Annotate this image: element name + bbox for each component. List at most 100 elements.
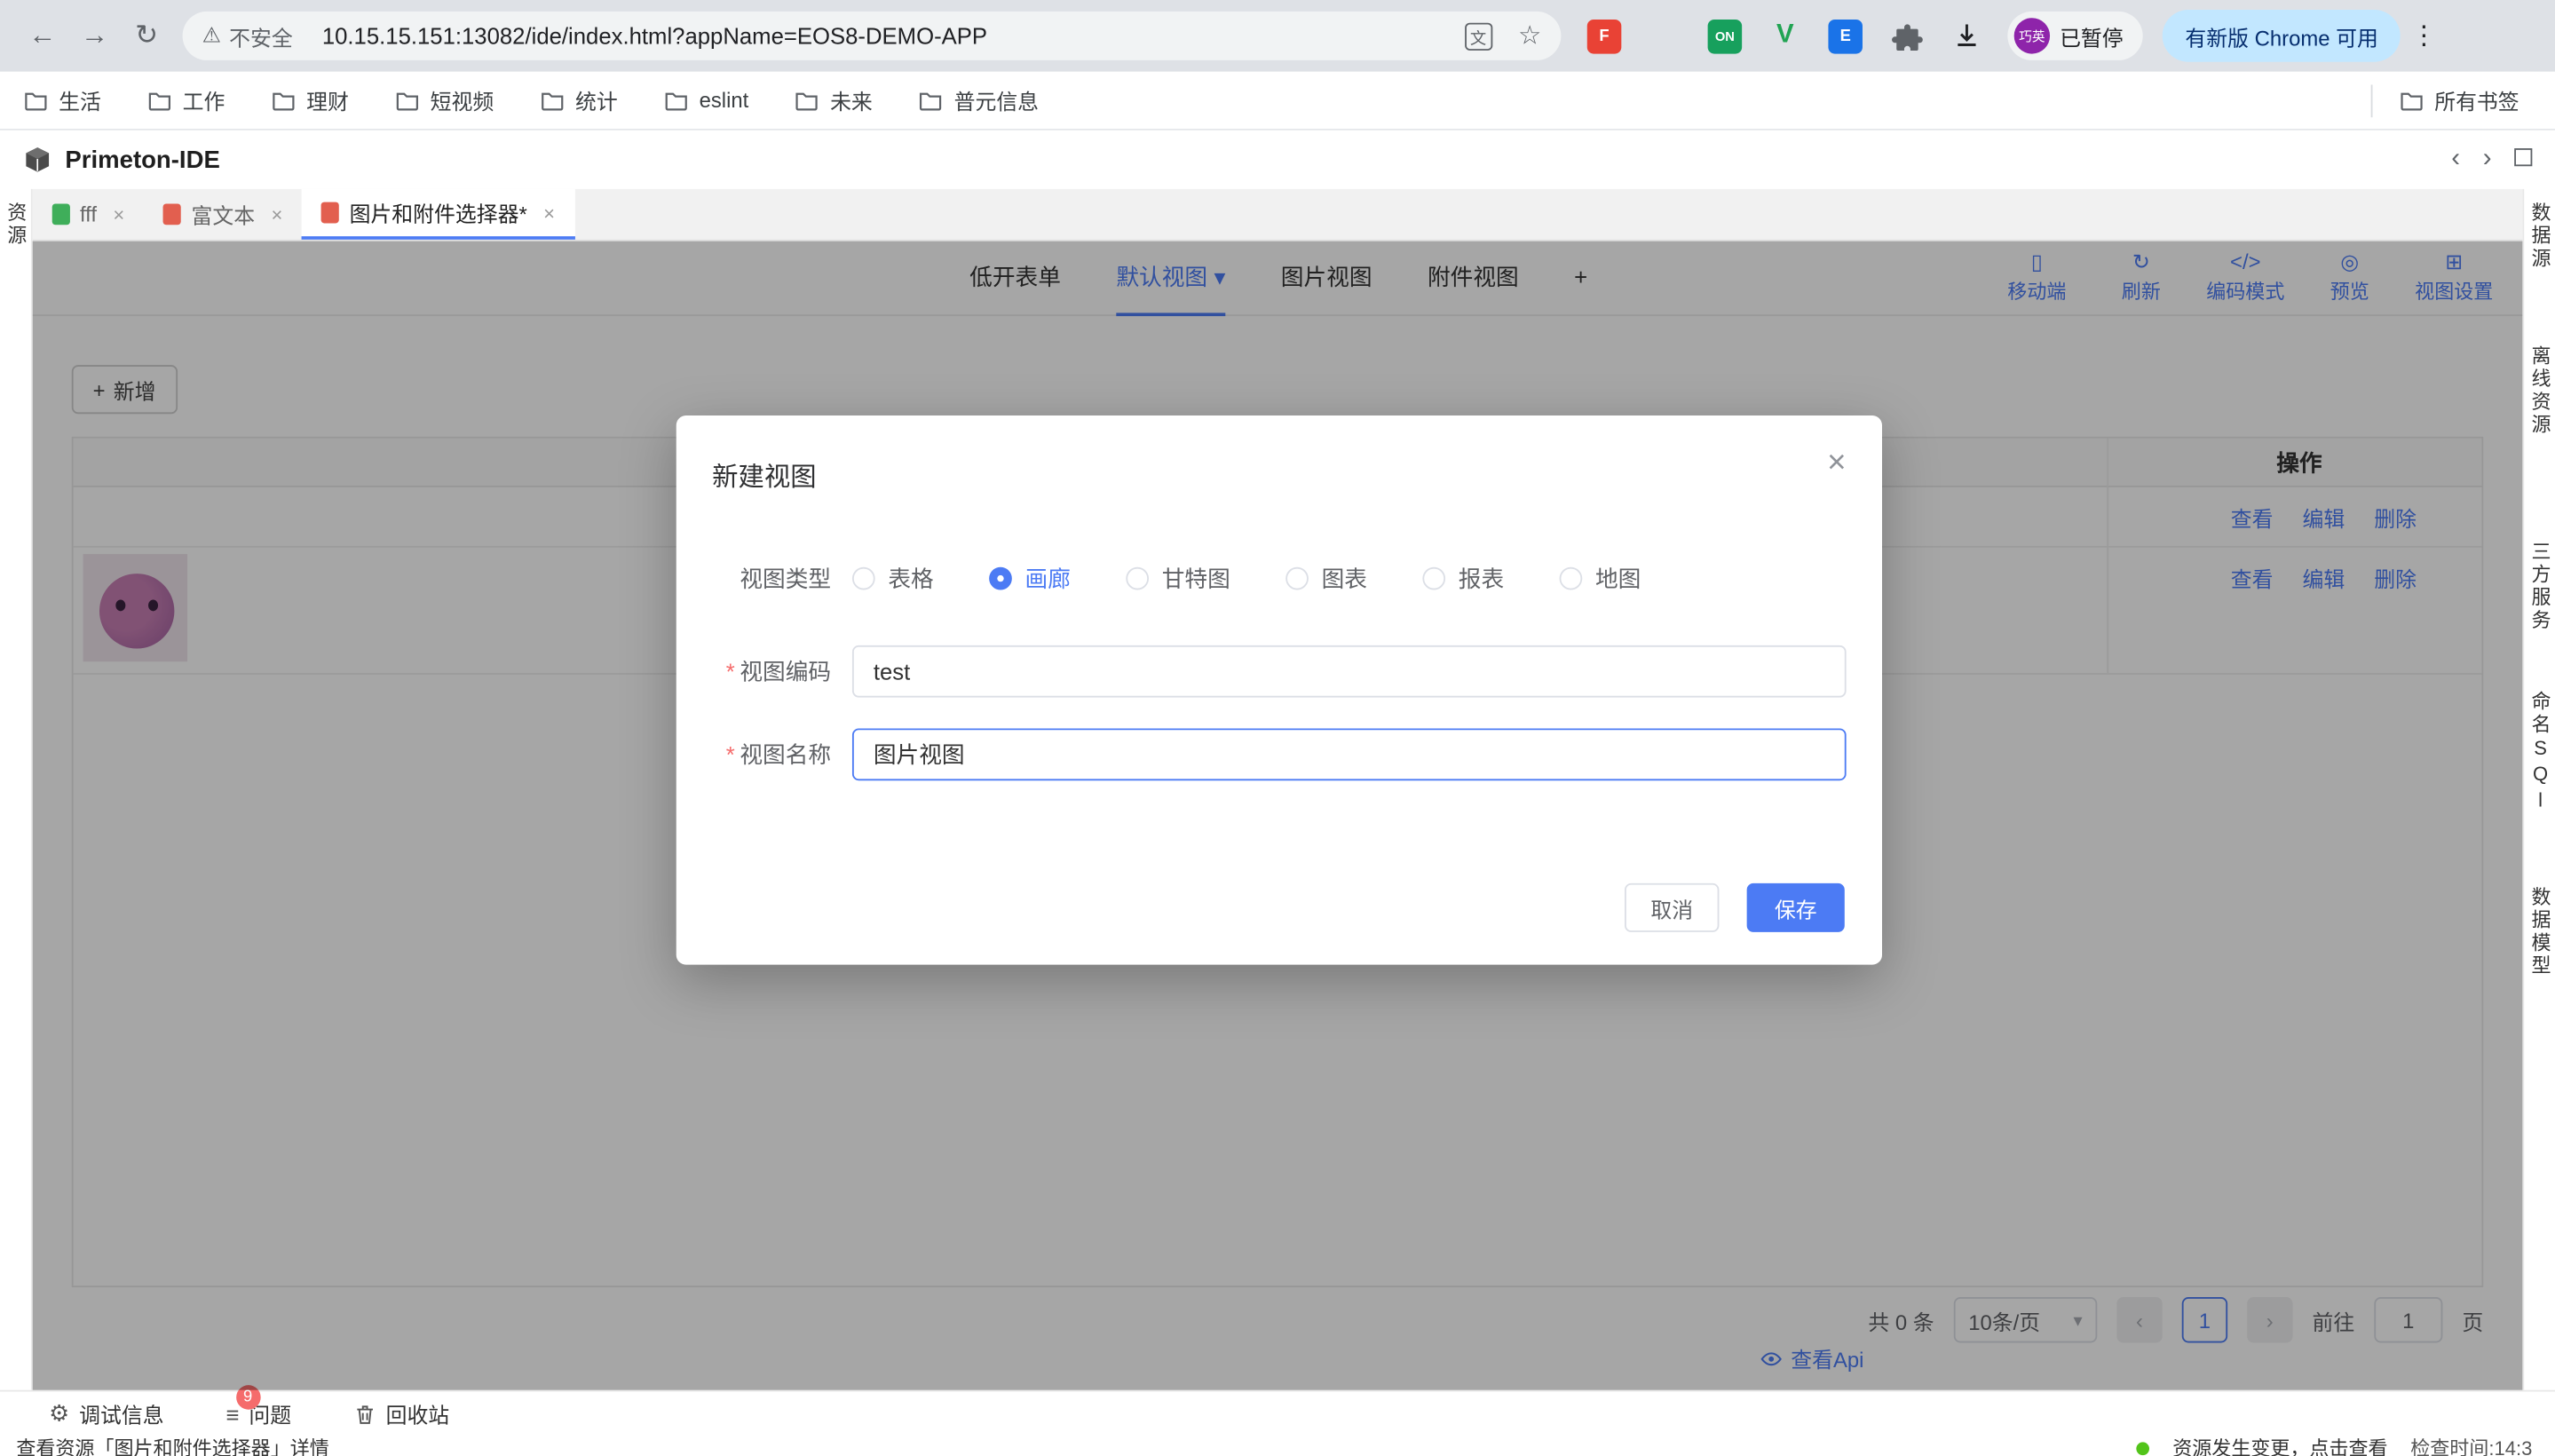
view-type-label: 视图类型	[676, 562, 831, 595]
browser-menu-button[interactable]: ⋮	[2411, 20, 2437, 52]
security-label[interactable]: 不安全	[229, 20, 293, 51]
editor-tab-image-attachment-picker[interactable]: 图片和附件选择器* ×	[302, 189, 574, 240]
back-button[interactable]: ←	[16, 10, 68, 62]
extension-icon-on[interactable]: ON	[1708, 19, 1743, 53]
status-bar: 查看资源「图片和附件选择器」详情 资源发生变更，点击查看 检查时间:14:3	[0, 1436, 2555, 1456]
extension-icon-grid[interactable]	[1648, 19, 1682, 53]
label-text: 视图编码	[740, 659, 831, 684]
rail-item-data-model[interactable]: 数据模型	[2524, 887, 2555, 978]
view-code-label: *视图编码	[676, 655, 831, 688]
close-icon[interactable]: ×	[1827, 445, 1846, 482]
radio-gantt[interactable]: 甘特图	[1126, 562, 1230, 595]
downloads-button[interactable]	[1952, 21, 1982, 51]
save-button[interactable]: 保存	[1747, 883, 1845, 932]
forward-button[interactable]: →	[68, 10, 121, 62]
radio-chart[interactable]: 图表	[1285, 562, 1367, 595]
status-dot-icon	[2137, 1442, 2150, 1455]
view-name-label: *视图名称	[676, 738, 831, 771]
nav-next-button[interactable]: ›	[2483, 145, 2492, 174]
translate-icon[interactable]: 文	[1464, 22, 1491, 50]
reload-button[interactable]: ↻	[121, 10, 173, 62]
check-time-label: 检查时间:14:3	[2410, 1436, 2532, 1456]
back-icon: ←	[28, 20, 56, 51]
extension-f-glyph: F	[1599, 27, 1609, 44]
bookmark-star-icon[interactable]: ☆	[1518, 20, 1541, 52]
bookmark-folder[interactable]: eslint	[663, 87, 748, 113]
chrome-update-button[interactable]: 有新版 Chrome 可用	[2163, 10, 2401, 62]
cancel-button[interactable]: 取消	[1625, 883, 1719, 932]
editor-tabstrip: fff × 富文本 × 图片和附件选择器* ×	[33, 189, 2523, 241]
radio-label: 地图	[1595, 562, 1641, 595]
view-code-input[interactable]	[852, 645, 1847, 698]
layout-toggle-button[interactable]	[2514, 145, 2532, 174]
editor-tab-fff[interactable]: fff ×	[33, 189, 145, 240]
bookmark-folder[interactable]: 生活	[23, 84, 101, 115]
rail-item-named-sql[interactable]: 命名SQl	[2524, 691, 2555, 814]
reload-icon: ↻	[135, 20, 158, 51]
extension-icon-v[interactable]: V	[1768, 19, 1803, 53]
extension-on-glyph: ON	[1715, 28, 1735, 44]
bookmark-label: 未来	[830, 84, 873, 115]
warning-icon: ⚠	[202, 23, 221, 49]
all-bookmarks-label: 所有书签	[2434, 84, 2519, 115]
folder-icon	[918, 87, 944, 113]
folder-icon	[540, 87, 566, 113]
avatar: 巧英	[2014, 18, 2050, 53]
url-text[interactable]: 10.15.15.151:13082/ide/index.html?appNam…	[322, 23, 1465, 49]
radio-report[interactable]: 报表	[1422, 562, 1504, 595]
extension-icon-e[interactable]: E	[1828, 19, 1863, 53]
radio-gallery[interactable]: 画廊	[989, 562, 1071, 595]
profile-chip[interactable]: 巧英 已暂停	[2007, 12, 2142, 60]
download-icon	[1952, 21, 1982, 51]
folder-icon	[271, 87, 297, 113]
forward-icon: →	[81, 20, 108, 51]
radio-table[interactable]: 表格	[852, 562, 934, 595]
profile-paused-label: 已暂停	[2060, 20, 2124, 51]
bookmark-label: 理财	[306, 84, 349, 115]
rail-item-resources[interactable]: 资源	[0, 202, 31, 248]
bookmark-folder[interactable]: 工作	[146, 84, 225, 115]
all-bookmarks-button[interactable]: 所有书签	[2399, 84, 2519, 115]
bookmarks-bar: 生活 工作 理财 短视频 统计 eslint 未来 普元信息	[0, 72, 2555, 131]
view-name-input[interactable]	[852, 728, 1847, 780]
puzzle-icon	[1892, 20, 1923, 51]
folder-icon	[663, 87, 689, 113]
rail-item-offline-resources[interactable]: 离线资源	[2524, 345, 2555, 437]
extensions-puzzle-button[interactable]	[1892, 20, 1923, 51]
radio-checked-icon	[989, 567, 1012, 590]
debug-info-button[interactable]: ⚙ 调试信息	[49, 1398, 164, 1429]
radio-label: 画廊	[1025, 562, 1071, 595]
close-tab-icon[interactable]: ×	[113, 203, 124, 226]
bookmark-folder[interactable]: 短视频	[394, 84, 494, 115]
document-icon	[163, 203, 181, 225]
nav-prev-button[interactable]: ‹	[2451, 145, 2460, 174]
dialog-title: 新建视图	[712, 455, 817, 494]
bookmark-folder[interactable]: 普元信息	[918, 84, 1039, 115]
editor-tab-label: 富文本	[191, 199, 255, 230]
close-tab-icon[interactable]: ×	[271, 203, 282, 226]
folder-icon	[795, 87, 820, 113]
close-tab-icon[interactable]: ×	[543, 202, 555, 225]
radio-icon	[1560, 567, 1583, 590]
rail-item-third-party-services[interactable]: 三方服务	[2524, 541, 2555, 632]
rail-item-datasource[interactable]: 数据源	[2524, 202, 2555, 271]
required-mark: *	[726, 741, 735, 767]
folder-icon	[146, 87, 172, 113]
list-icon: ≡9	[225, 1401, 239, 1427]
list-glyph: ≡	[225, 1401, 239, 1427]
address-bar[interactable]: ⚠ 不安全 10.15.15.151:13082/ide/index.html?…	[183, 12, 1562, 60]
left-rail: 资源	[0, 189, 33, 1390]
view-type-row: 视图类型 表格 画廊 甘特图 图表	[676, 559, 1847, 598]
right-rail: 数据源 离线资源 三方服务 命名SQl 数据模型	[2522, 189, 2555, 1390]
bookmark-folder[interactable]: 统计	[540, 84, 618, 115]
resource-changed-link[interactable]: 资源发生变更，点击查看	[2172, 1436, 2387, 1456]
required-mark: *	[726, 659, 735, 684]
recycle-bin-button[interactable]: 回收站	[353, 1398, 449, 1429]
editor-tab-richtext[interactable]: 富文本 ×	[144, 189, 302, 240]
radio-map[interactable]: 地图	[1560, 562, 1641, 595]
bookmark-folder[interactable]: 未来	[795, 84, 873, 115]
view-name-row: *视图名称	[676, 728, 1847, 780]
bookmark-folder[interactable]: 理财	[271, 84, 349, 115]
problems-button[interactable]: ≡9 问题	[225, 1398, 291, 1429]
extension-icon-f[interactable]: F	[1587, 19, 1622, 53]
